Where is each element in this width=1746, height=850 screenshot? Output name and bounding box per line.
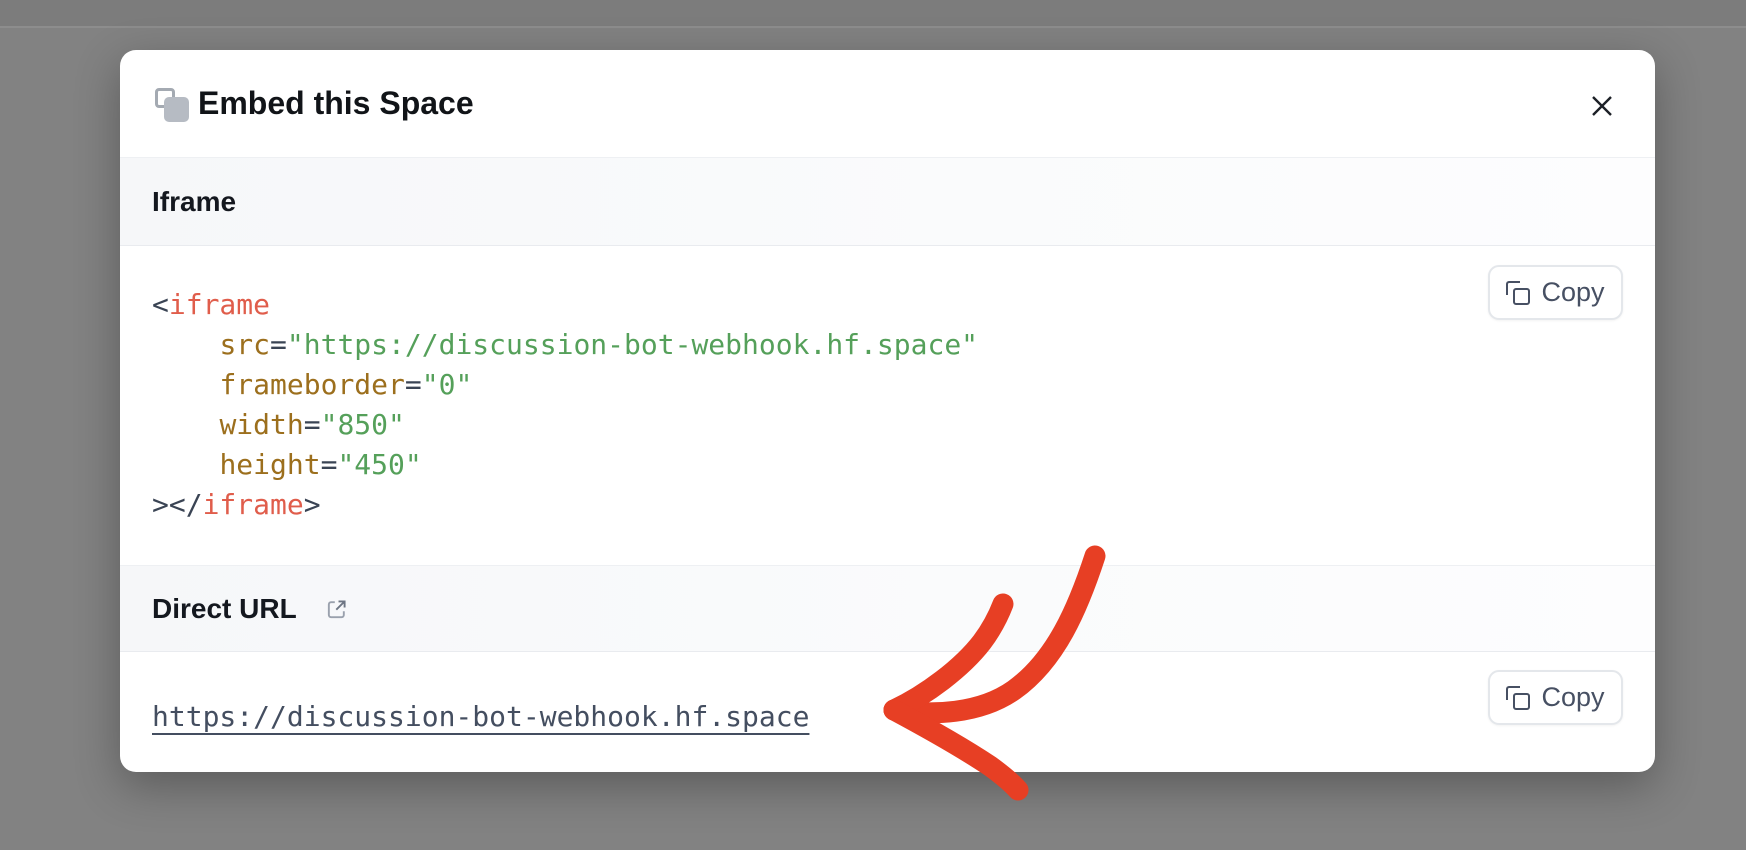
- close-button[interactable]: [1582, 86, 1622, 126]
- embed-icon: [155, 88, 189, 122]
- copy-iframe-button[interactable]: Copy: [1488, 265, 1623, 320]
- direct-url-section-label: Direct URL: [152, 593, 297, 625]
- direct-url-section-header: Direct URL: [120, 565, 1655, 652]
- embed-icon-front: [164, 97, 189, 122]
- copy-url-button[interactable]: Copy: [1488, 670, 1623, 725]
- iframe-section-header: Iframe: [120, 157, 1655, 246]
- copy-icon: [1506, 686, 1530, 710]
- copy-icon: [1506, 281, 1530, 305]
- embed-space-modal: Embed this Space Iframe <iframe src="htt…: [120, 50, 1655, 772]
- modal-title: Embed this Space: [198, 84, 474, 122]
- external-link-icon[interactable]: [323, 596, 350, 623]
- direct-url-link[interactable]: https://discussion-bot-webhook.hf.space: [152, 697, 809, 737]
- close-icon: [1590, 94, 1614, 118]
- embed-code-block: <iframe src="https://discussion-bot-webh…: [152, 285, 978, 525]
- iframe-section-label: Iframe: [152, 186, 236, 218]
- copy-button-label: Copy: [1541, 277, 1604, 308]
- background-page-header: [0, 0, 1746, 28]
- copy-button-label: Copy: [1541, 682, 1604, 713]
